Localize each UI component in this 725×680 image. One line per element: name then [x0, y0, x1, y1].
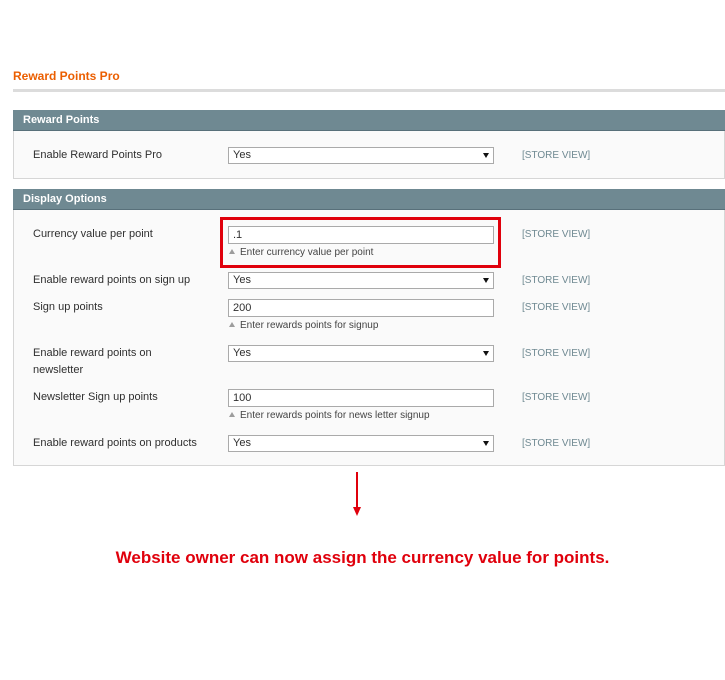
scope-label: [STORE VIEW] — [522, 229, 591, 240]
scope-label: [STORE VIEW] — [522, 275, 591, 286]
annotation-caption: Website owner can now assign the currenc… — [115, 548, 610, 567]
scope-label: [STORE VIEW] — [522, 348, 591, 359]
select-value: Yes — [233, 347, 251, 359]
newsletter-points-label: Newsletter Sign up points — [33, 391, 158, 403]
signup-points-note: Enter rewards points for signup — [229, 320, 378, 332]
note-text: Enter rewards points for news letter sig… — [240, 410, 430, 421]
enable-products-label: Enable reward points on products — [33, 437, 197, 449]
enable-signup-select[interactable]: Yes — [228, 272, 494, 289]
signup-points-input[interactable] — [228, 299, 494, 317]
chevron-down-icon — [483, 278, 489, 283]
section-title: Reward Points — [23, 114, 100, 126]
enable-reward-points-select[interactable]: Yes — [228, 147, 494, 164]
highlight-box — [220, 217, 501, 268]
enable-newsletter-label: Enable reward points on newsletter — [33, 347, 152, 376]
chevron-down-icon — [483, 351, 489, 356]
triangle-up-icon — [229, 322, 235, 327]
select-value: Yes — [233, 437, 251, 449]
scope-label: [STORE VIEW] — [522, 392, 591, 403]
scope-label: [STORE VIEW] — [522, 302, 591, 313]
chevron-down-icon — [483, 441, 489, 446]
select-value: Yes — [233, 274, 251, 286]
currency-value-label: Currency value per point — [33, 228, 153, 240]
section-header-reward-points[interactable]: Reward Points — [13, 110, 725, 131]
newsletter-points-note: Enter rewards points for news letter sig… — [229, 410, 430, 422]
page-title: Reward Points Pro — [13, 69, 120, 83]
section-header-display-options[interactable]: Display Options — [13, 189, 725, 210]
section-title: Display Options — [23, 193, 107, 205]
chevron-down-icon — [483, 153, 489, 158]
select-value: Yes — [233, 149, 251, 161]
title-divider — [13, 89, 725, 92]
triangle-up-icon — [229, 412, 235, 417]
enable-newsletter-select[interactable]: Yes — [228, 345, 494, 362]
signup-points-label: Sign up points — [33, 301, 103, 313]
enable-signup-label: Enable reward points on sign up — [33, 274, 191, 286]
scope-label: [STORE VIEW] — [522, 438, 591, 449]
scope-label: [STORE VIEW] — [522, 150, 591, 161]
enable-reward-points-label: Enable Reward Points Pro — [33, 149, 163, 161]
note-text: Enter rewards points for signup — [240, 320, 379, 331]
newsletter-points-input[interactable] — [228, 389, 494, 407]
arrow-shaft — [356, 472, 358, 508]
arrow-head — [353, 507, 361, 516]
enable-products-select[interactable]: Yes — [228, 435, 494, 452]
